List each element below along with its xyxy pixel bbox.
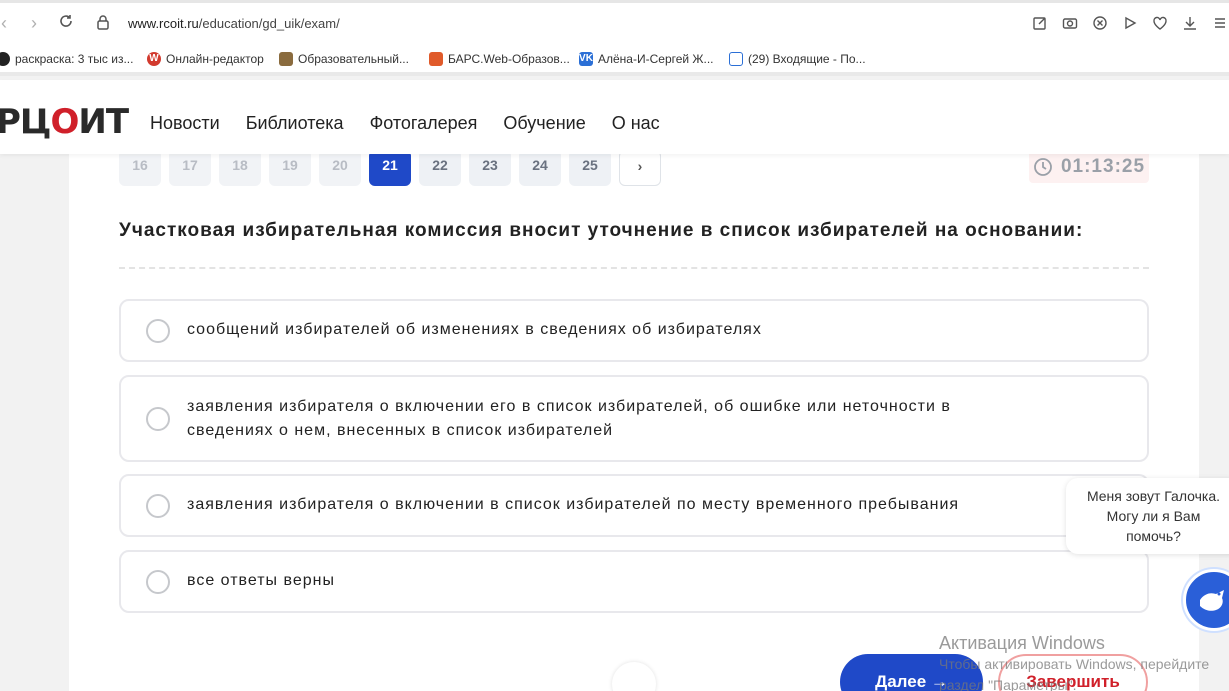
exam-card: 16 17 18 19 20 21 22 23 24 25 › 01:13:25…: [69, 150, 1199, 691]
page-button[interactable]: 25: [569, 150, 611, 186]
bookmark-item[interactable]: раскраска: 3 тыс из...: [0, 52, 133, 66]
menu-item-education[interactable]: Обучение: [503, 113, 585, 134]
mail-favicon-icon: [729, 52, 743, 66]
browser-toolbar: ‹ › www.rcoit.ru/education/gd_uik/exam/: [0, 0, 1229, 44]
bookmark-label: Образовательный...: [298, 52, 409, 66]
url-host: www.rcoit.ru: [128, 16, 199, 31]
reload-icon[interactable]: [56, 13, 76, 33]
windows-watermark-title: Активация Windows: [939, 633, 1105, 653]
chat-text: помочь?: [1126, 528, 1181, 544]
bars-favicon-icon: [429, 52, 443, 66]
menu-icon[interactable]: [1211, 15, 1229, 33]
menu-item-news[interactable]: Новости: [150, 113, 220, 134]
scroll-top-button[interactable]: [612, 662, 656, 691]
radio-button[interactable]: [146, 494, 170, 518]
menu-item-library[interactable]: Библиотека: [246, 113, 344, 134]
answer-option[interactable]: заявления избирателя о включении его в с…: [119, 375, 1149, 462]
page-button[interactable]: 20: [319, 150, 361, 186]
bookmark-item[interactable]: БАРС.Web-Образов...: [429, 52, 570, 66]
question-text: Участковая избирательная комиссия вносит…: [119, 220, 1084, 241]
question-divider: [119, 267, 1149, 269]
page-button[interactable]: 19: [269, 150, 311, 186]
radio-button[interactable]: [146, 319, 170, 343]
page-button[interactable]: 16: [119, 150, 161, 186]
exam-timer: 01:13:25: [1029, 150, 1149, 183]
bookmark-label: Онлайн-редактор: [166, 52, 264, 66]
bookmark-item[interactable]: W Онлайн-редактор: [147, 52, 264, 66]
chat-text: Могу ли я Вам: [1106, 508, 1201, 524]
answer-option[interactable]: сообщений избирателей об изменениях в св…: [119, 299, 1149, 362]
page-button-active[interactable]: 21: [369, 150, 411, 186]
menu-item-gallery[interactable]: Фотогалерея: [370, 113, 478, 134]
chat-bubble[interactable]: Меня зовут Галочка. Могу ли я Вам помочь…: [1066, 478, 1229, 554]
chat-text: Меня зовут Галочка.: [1086, 488, 1221, 504]
back-icon[interactable]: ‹: [0, 13, 14, 33]
clock-icon: [1033, 157, 1053, 177]
radio-button[interactable]: [146, 407, 170, 431]
page-button[interactable]: 23: [469, 150, 511, 186]
image-favicon-icon: [279, 52, 293, 66]
camera-icon[interactable]: [1061, 15, 1079, 33]
chat-avatar-icon[interactable]: [1183, 569, 1229, 631]
bookmark-label: Алёна-И-Сергей Ж...: [598, 52, 714, 66]
play-icon[interactable]: [1121, 15, 1139, 33]
vk-favicon-icon: VK: [579, 52, 593, 66]
site-header: РЦОИТ Новости Библиотека Фотогалерея Обу…: [0, 80, 1229, 154]
logo-check: О: [50, 102, 79, 142]
page-button[interactable]: 24: [519, 150, 561, 186]
forward-icon[interactable]: ›: [24, 13, 44, 33]
shield-icon[interactable]: [1091, 15, 1109, 33]
bookmark-label: БАРС.Web-Образов...: [448, 52, 570, 66]
timer-value: 01:13:25: [1060, 155, 1146, 177]
page-button[interactable]: 17: [169, 150, 211, 186]
answer-text: заявления избирателя о включении его в с…: [187, 398, 951, 415]
logo-text: ИТ: [78, 102, 129, 142]
main-menu: Новости Библиотека Фотогалерея Обучение …: [150, 113, 686, 134]
heart-icon[interactable]: [1151, 15, 1169, 33]
radio-button[interactable]: [146, 570, 170, 594]
answer-text: сообщений избирателей об изменениях в св…: [187, 321, 762, 338]
bookmark-favicon-icon: [0, 52, 10, 66]
bookmark-item[interactable]: VK Алёна-И-Сергей Ж...: [579, 52, 714, 66]
answer-option[interactable]: все ответы верны: [119, 550, 1149, 613]
url-field[interactable]: www.rcoit.ru/education/gd_uik/exam/: [128, 16, 340, 31]
answer-text: заявления избирателя о включении в списо…: [187, 496, 960, 513]
page-next-button[interactable]: ›: [619, 150, 661, 186]
bookmark-label: (29) Входящие - По...: [748, 52, 866, 66]
bookmark-label: раскраска: 3 тыс из...: [15, 52, 134, 66]
page-button[interactable]: 22: [419, 150, 461, 186]
lock-icon[interactable]: [96, 14, 112, 32]
bookmarks-bar: раскраска: 3 тыс из... W Онлайн-редактор…: [0, 44, 1229, 76]
bookmark-item[interactable]: Образовательный...: [279, 52, 409, 66]
answer-option[interactable]: заявления избирателя о включении в списо…: [119, 474, 1149, 537]
url-path: /education/gd_uik/exam/: [198, 16, 340, 31]
logo-text: РЦ: [0, 102, 51, 142]
page-button[interactable]: 18: [219, 150, 261, 186]
menu-item-about[interactable]: О нас: [612, 113, 660, 134]
answer-text: сведениях о нем, внесенных в список изби…: [187, 422, 614, 439]
page-pagination: 16 17 18 19 20 21 22 23 24 25 ›: [119, 150, 661, 186]
edit-icon[interactable]: [1031, 15, 1049, 33]
answer-text: все ответы верны: [187, 572, 335, 589]
bookmark-item[interactable]: (29) Входящие - По...: [729, 52, 866, 66]
w-favicon-icon: W: [147, 52, 161, 66]
site-logo[interactable]: РЦОИТ: [0, 102, 129, 142]
windows-watermark-text: Чтобы активировать Windows, перейдите: [939, 656, 1210, 672]
windows-watermark-text: раздел "Параметры".: [939, 677, 1077, 691]
browser-actions: [1031, 15, 1229, 33]
download-icon[interactable]: [1181, 15, 1199, 33]
